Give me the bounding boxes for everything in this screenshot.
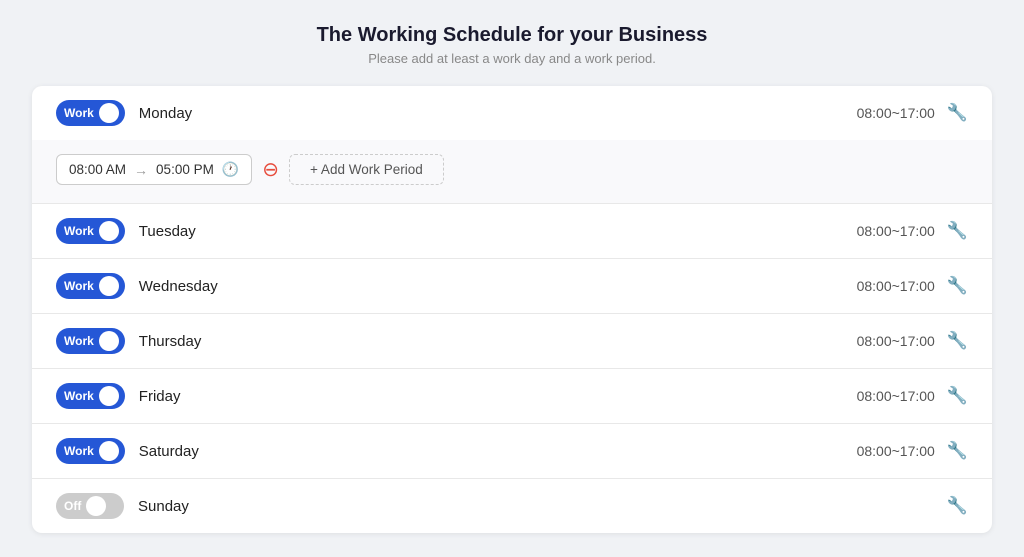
wrench-icon-sunday[interactable]: 🔧 — [947, 496, 968, 516]
day-header-sunday[interactable]: Off Sunday 🔧 — [32, 479, 992, 533]
arrow-icon-monday-0: → — [134, 162, 148, 178]
day-name-friday: Friday — [139, 388, 857, 405]
day-row-sunday: Off Sunday 🔧 — [32, 479, 992, 533]
wrench-icon-friday[interactable]: 🔧 — [947, 386, 968, 406]
toggle-knob-monday — [99, 103, 119, 123]
toggle-knob-sunday — [86, 496, 106, 516]
day-row-wednesday: Work Wednesday08:00~17:00 🔧 — [32, 259, 992, 314]
wrench-icon-monday[interactable]: 🔧 — [947, 103, 968, 123]
day-hours-thursday: 08:00~17:00 — [857, 333, 935, 349]
work-toggle-thursday[interactable]: Work — [56, 328, 125, 354]
toggle-knob-wednesday — [99, 276, 119, 296]
page-title: The Working Schedule for your Business — [32, 24, 992, 47]
wrench-icon-wednesday[interactable]: 🔧 — [947, 276, 968, 296]
work-toggle-label-friday: Work — [64, 389, 94, 403]
toggle-knob-thursday — [99, 331, 119, 351]
time-range-monday-0[interactable]: 08:00 AM → 05:00 PM 🕐 — [56, 154, 252, 185]
work-toggle-sunday[interactable]: Off — [56, 493, 124, 519]
add-period-btn-monday[interactable]: + Add Work Period — [289, 154, 444, 185]
toggle-knob-tuesday — [99, 221, 119, 241]
work-toggle-label-wednesday: Work — [64, 279, 94, 293]
day-name-thursday: Thursday — [139, 333, 857, 350]
remove-period-btn-monday-0[interactable]: ⊖ — [262, 160, 279, 180]
page-subtitle: Please add at least a work day and a wor… — [32, 51, 992, 66]
start-time-monday-0[interactable]: 08:00 AM — [69, 162, 126, 177]
page-header: The Working Schedule for your Business P… — [32, 24, 992, 66]
work-toggle-saturday[interactable]: Work — [56, 438, 125, 464]
day-row-saturday: Work Saturday08:00~17:00 🔧 — [32, 424, 992, 479]
work-toggle-label-thursday: Work — [64, 334, 94, 348]
wrench-icon-saturday[interactable]: 🔧 — [947, 441, 968, 461]
work-toggle-label-monday: Work — [64, 106, 94, 120]
day-row-thursday: Work Thursday08:00~17:00 🔧 — [32, 314, 992, 369]
day-header-saturday[interactable]: Work Saturday08:00~17:00 🔧 — [32, 424, 992, 478]
day-name-wednesday: Wednesday — [139, 278, 857, 295]
day-header-thursday[interactable]: Work Thursday08:00~17:00 🔧 — [32, 314, 992, 368]
toggle-knob-saturday — [99, 441, 119, 461]
day-name-sunday: Sunday — [138, 498, 935, 515]
day-header-friday[interactable]: Work Friday08:00~17:00 🔧 — [32, 369, 992, 423]
work-toggle-friday[interactable]: Work — [56, 383, 125, 409]
day-hours-wednesday: 08:00~17:00 — [857, 278, 935, 294]
wrench-icon-thursday[interactable]: 🔧 — [947, 331, 968, 351]
day-row-tuesday: Work Tuesday08:00~17:00 🔧 — [32, 204, 992, 259]
day-name-monday: Monday — [139, 105, 857, 122]
day-hours-saturday: 08:00~17:00 — [857, 443, 935, 459]
schedule-card: WorkMonday08:00~17:00🔧08:00 AM→05:00 PM🕐… — [32, 86, 992, 533]
day-hours-friday: 08:00~17:00 — [857, 388, 935, 404]
work-toggle-label-saturday: Work — [64, 444, 94, 458]
end-time-monday-0[interactable]: 05:00 PM — [156, 162, 214, 177]
clock-icon-monday-0: 🕐 — [222, 161, 239, 178]
day-header-tuesday[interactable]: Work Tuesday08:00~17:00 🔧 — [32, 204, 992, 258]
wrench-icon-tuesday[interactable]: 🔧 — [947, 221, 968, 241]
day-row-monday: Work Monday08:00~17:00 🔧 08:00 AM → 05:00 PM 🕐… — [32, 86, 992, 204]
toggle-knob-friday — [99, 386, 119, 406]
day-name-tuesday: Tuesday — [139, 223, 857, 240]
day-header-monday[interactable]: Work Monday08:00~17:00 🔧 — [32, 86, 992, 140]
work-toggle-label-sunday: Off — [64, 499, 81, 513]
page-wrapper: The Working Schedule for your Business P… — [0, 0, 1024, 557]
work-toggle-monday[interactable]: Work — [56, 100, 125, 126]
work-toggle-label-tuesday: Work — [64, 224, 94, 238]
work-toggle-tuesday[interactable]: Work — [56, 218, 125, 244]
day-detail-monday: 08:00 AM → 05:00 PM 🕐 ⊖ + Add Work Period — [32, 140, 992, 203]
day-hours-tuesday: 08:00~17:00 — [857, 223, 935, 239]
day-name-saturday: Saturday — [139, 443, 857, 460]
day-row-friday: Work Friday08:00~17:00 🔧 — [32, 369, 992, 424]
day-header-wednesday[interactable]: Work Wednesday08:00~17:00 🔧 — [32, 259, 992, 313]
day-hours-monday: 08:00~17:00 — [857, 105, 935, 121]
work-toggle-wednesday[interactable]: Work — [56, 273, 125, 299]
